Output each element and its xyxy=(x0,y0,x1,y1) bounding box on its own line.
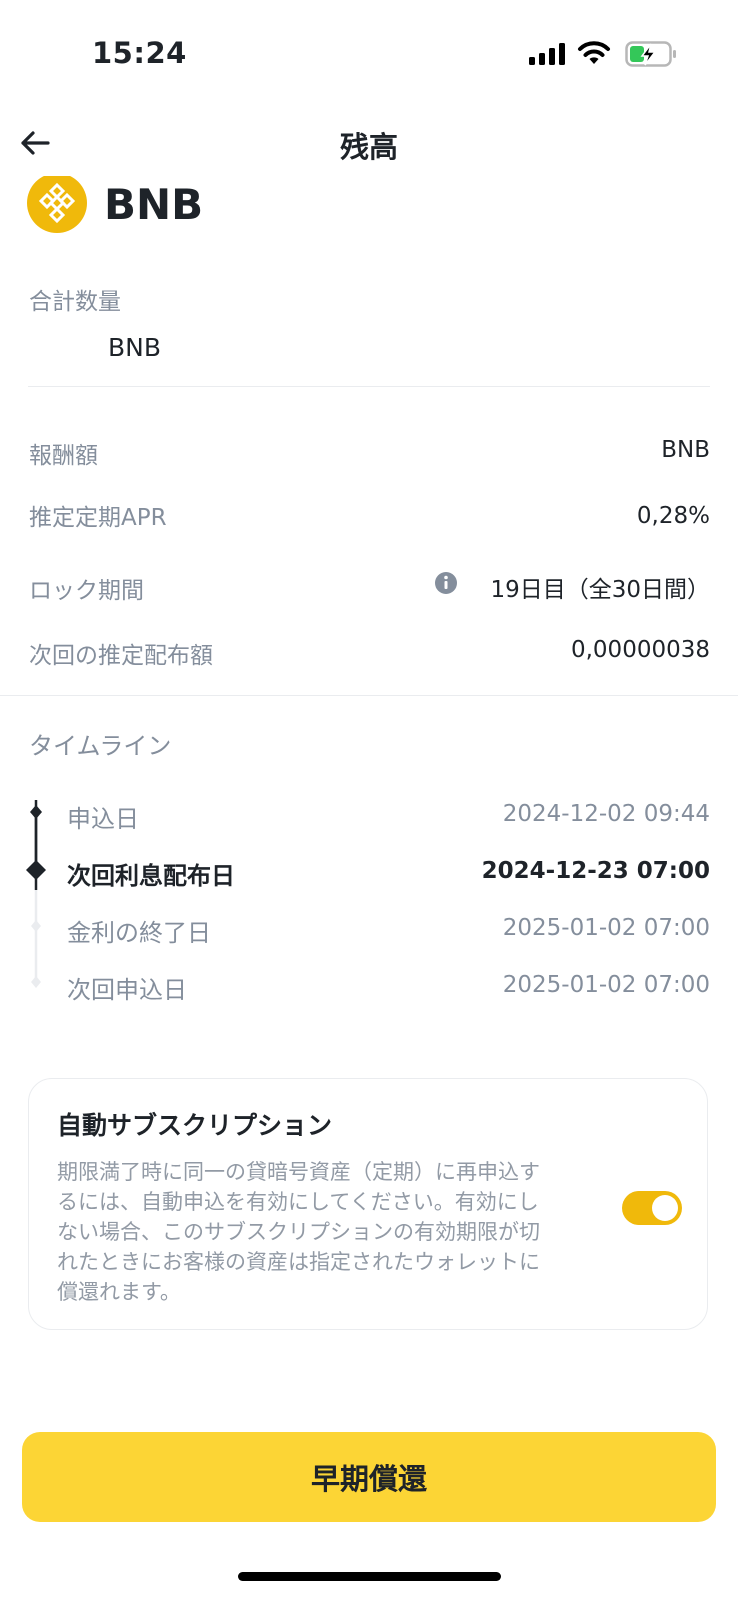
apr-label: 推定定期APR xyxy=(29,505,167,531)
description-line: 期限満了時に同一の貸暗号資産（定期）に再申込す xyxy=(57,1160,540,1184)
description-line: 償還れます。 xyxy=(57,1280,181,1304)
timeline-item-label: 申込日 xyxy=(67,805,139,833)
wifi-icon xyxy=(578,41,610,64)
cellular-signal-icon xyxy=(529,43,565,65)
divider xyxy=(28,386,710,387)
reward-amount-value: BNB xyxy=(661,437,710,463)
status-time: 15:24 xyxy=(92,36,187,70)
lock-period-label: ロック期間 xyxy=(29,578,144,604)
auto-subscription-title: 自動サブスクリプション xyxy=(57,1111,333,1140)
description-line: るには、自動申込を有効にしてください。有効にし xyxy=(57,1190,539,1214)
battery-charging-icon xyxy=(625,41,676,67)
reward-amount-label: 報酬額 xyxy=(29,443,98,469)
total-amount-unit: BNB xyxy=(108,333,162,362)
description-line: れたときにお客様の資産は指定されたウォレットに xyxy=(57,1250,540,1274)
timeline-item-label: 金利の終了日 xyxy=(67,919,211,947)
description-line: ない場合、このサブスクリプションの有効期限が切 xyxy=(57,1220,540,1244)
auto-subscription-toggle[interactable] xyxy=(622,1191,682,1225)
toggle-knob xyxy=(652,1195,678,1221)
timeline-item-date: 2025-01-02 07:00 xyxy=(502,972,710,998)
timeline-track xyxy=(26,800,46,988)
timeline-item-label: 次回申込日 xyxy=(67,976,187,1004)
info-icon[interactable] xyxy=(434,571,458,595)
total-amount-label: 合計数量 xyxy=(29,289,121,315)
timeline-item-date: 2024-12-23 07:00 xyxy=(481,858,710,884)
home-indicator xyxy=(238,1572,501,1581)
page-title: 残高 xyxy=(339,130,398,164)
early-redeem-button[interactable]: 早期償還 xyxy=(22,1432,716,1522)
timeline-item-label: 次回利息配布日 xyxy=(67,862,235,890)
next-distribution-value: 0,00000038 xyxy=(570,637,710,663)
apr-value: 0,28% xyxy=(636,503,710,529)
timeline-title: タイムライン xyxy=(29,732,172,760)
bnb-logo-icon xyxy=(27,176,87,233)
timeline-item-date: 2024-12-02 09:44 xyxy=(502,801,710,827)
timeline-item-date: 2025-01-02 07:00 xyxy=(502,915,710,941)
auto-subscription-description: 期限満了時に同一の貸暗号資産（定期）に再申込す るには、自動申込を有効にしてくだ… xyxy=(57,1157,577,1307)
coin-name: BNB xyxy=(104,180,204,229)
divider xyxy=(0,695,738,696)
next-distribution-label: 次回の推定配布額 xyxy=(29,643,213,669)
lock-period-value: 19日目（全30日間） xyxy=(490,577,710,603)
